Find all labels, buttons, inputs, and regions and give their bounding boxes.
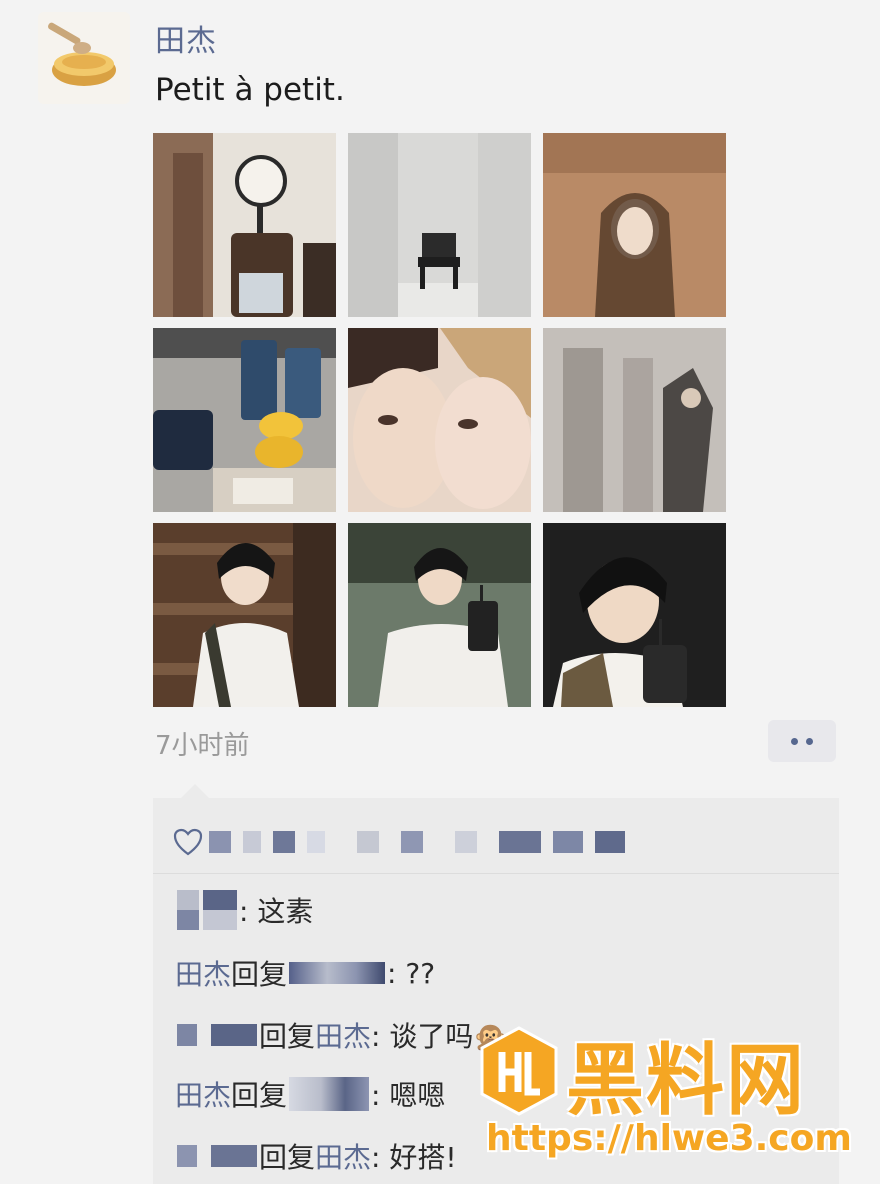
reply-word: 回复 (259, 1020, 316, 1053)
blurred-like-name[interactable] (243, 831, 261, 853)
post-timestamp: 7小时前 (155, 731, 250, 761)
comment-item[interactable]: 田杰 回复 : 嗯嗯 (175, 1074, 445, 1114)
comment-text: : ?? (387, 956, 436, 990)
blurred-username (289, 1077, 370, 1111)
blurred-like-name[interactable] (499, 831, 541, 853)
blurred-username (211, 1145, 257, 1167)
photo-grid (153, 133, 726, 707)
blurred-like-name[interactable] (307, 831, 325, 853)
blurred-username (177, 890, 199, 930)
blurred-username (177, 1145, 197, 1167)
reply-word: 回复 (231, 1079, 288, 1112)
post-text: Petit à petit. (155, 72, 345, 108)
blurred-username (289, 962, 386, 984)
photo-8[interactable] (348, 523, 531, 707)
comment-reply-target[interactable]: 田杰 (315, 1136, 371, 1176)
post-author-name[interactable]: 田杰 (155, 16, 217, 60)
more-dots-icon (791, 737, 798, 745)
comment-item[interactable]: 回复 田杰 : 谈了吗🙊 (175, 1015, 508, 1055)
divider (153, 873, 839, 874)
blurred-like-name[interactable] (357, 831, 379, 853)
blurred-username (177, 1024, 197, 1046)
blurred-like-name[interactable] (401, 831, 423, 853)
blurred-like-name[interactable] (455, 831, 477, 853)
avatar-image (38, 12, 130, 104)
likes-row (173, 818, 823, 866)
blurred-like-name[interactable] (553, 831, 583, 853)
comment-author[interactable]: 田杰 (175, 953, 231, 993)
photo-9[interactable] (543, 523, 726, 707)
comment-item[interactable]: : 这素 (175, 890, 313, 930)
comment-section: : 这素 田杰 回复 : ?? 回复 田杰 : 谈了吗🙊 田杰 回复 : 嗯嗯 … (153, 784, 839, 1184)
comment-text: : 谈了吗🙊 (371, 1020, 509, 1053)
blurred-like-name[interactable] (273, 831, 295, 853)
photo-5[interactable] (348, 328, 531, 512)
reply-word: 回复 (231, 958, 288, 991)
more-actions-button[interactable] (768, 720, 836, 762)
comment-item[interactable]: 田杰 回复 : ?? (175, 953, 435, 993)
comment-text: : 这素 (239, 895, 314, 928)
avatar[interactable] (38, 12, 130, 104)
comment-reply-target[interactable]: 田杰 (315, 1015, 371, 1055)
blurred-username (203, 890, 237, 930)
reply-word: 回复 (259, 1141, 316, 1174)
photo-1[interactable] (153, 133, 336, 317)
photo-7[interactable] (153, 523, 336, 707)
heart-icon (173, 828, 203, 856)
photo-6[interactable] (543, 328, 726, 512)
photo-2[interactable] (348, 133, 531, 317)
comment-author[interactable]: 田杰 (175, 1074, 231, 1114)
blurred-like-name[interactable] (595, 831, 625, 853)
photo-4[interactable] (153, 328, 336, 512)
photo-3[interactable] (543, 133, 726, 317)
blurred-like-name[interactable] (209, 831, 231, 853)
comment-item[interactable]: 回复 田杰 : 好搭! (175, 1136, 457, 1176)
blurred-username (211, 1024, 257, 1046)
comment-text: : 好搭! (371, 1141, 457, 1174)
comment-text: : 嗯嗯 (371, 1079, 446, 1112)
